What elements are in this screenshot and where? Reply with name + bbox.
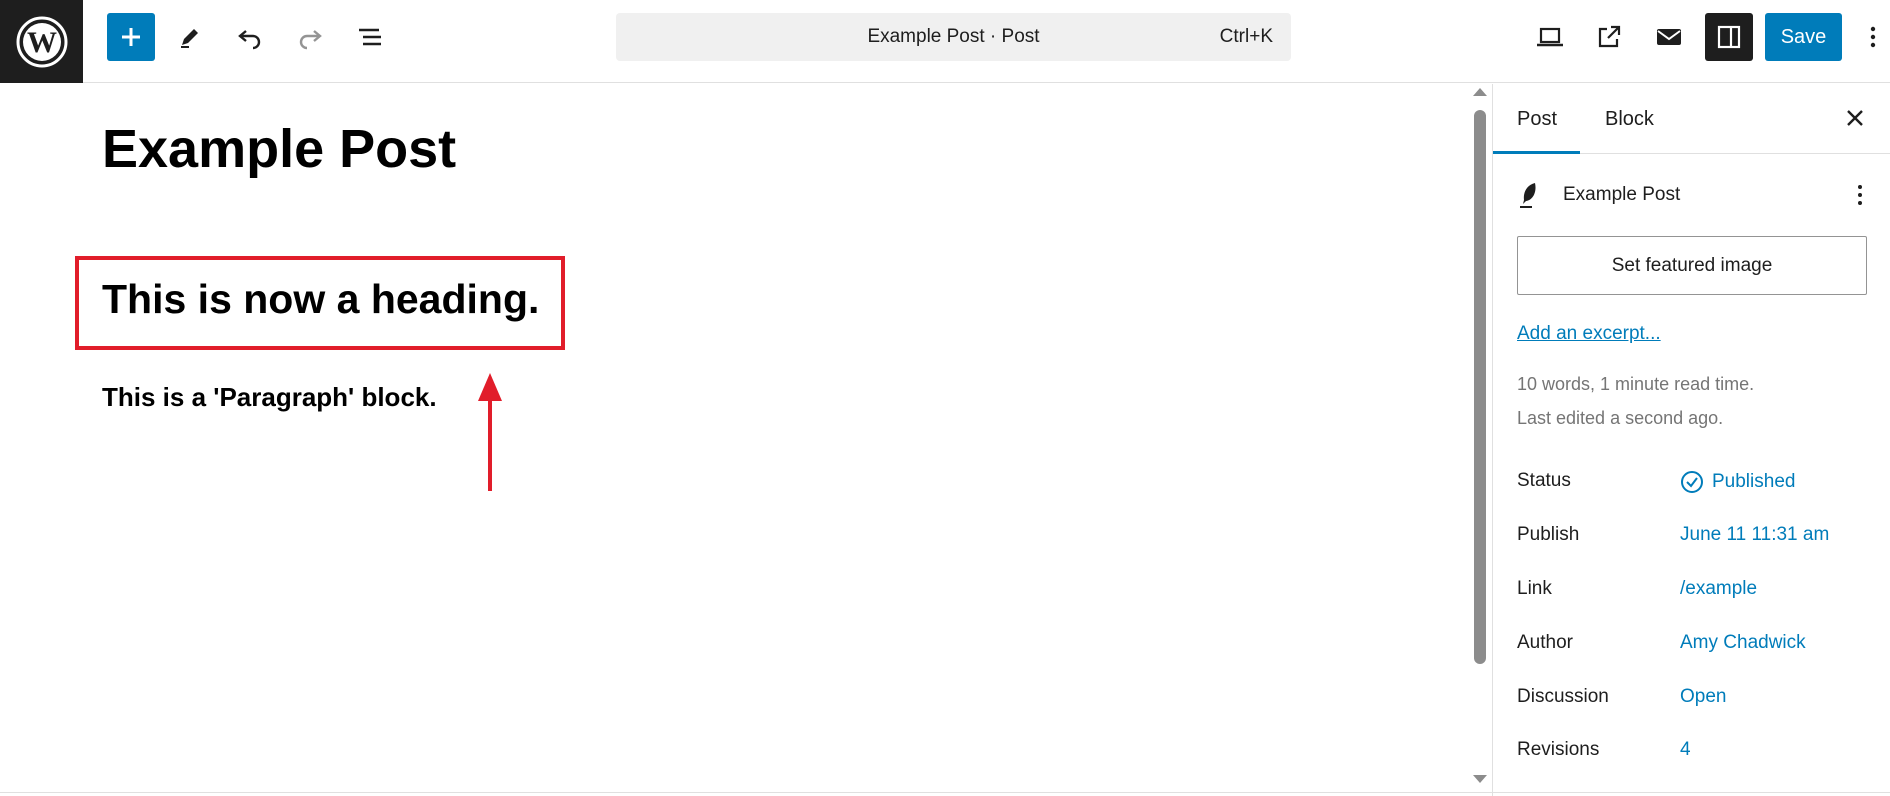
- status-label: Status: [1517, 470, 1571, 491]
- status-value[interactable]: Published: [1680, 470, 1795, 494]
- author-label: Author: [1517, 632, 1573, 653]
- word-count-text: 10 words, 1 minute read time.: [1517, 374, 1755, 394]
- link-label: Link: [1517, 578, 1552, 599]
- tools-button[interactable]: [166, 13, 214, 61]
- mail-icon: [1657, 29, 1681, 45]
- editor-canvas[interactable]: [0, 84, 1475, 794]
- settings-sidebar: Post Block Example Post Set featured ima…: [1492, 84, 1890, 796]
- set-featured-image-button[interactable]: Set featured image: [1517, 236, 1867, 295]
- close-icon[interactable]: [1839, 102, 1871, 134]
- revisions-label: Revisions: [1517, 739, 1600, 760]
- discussion-row: Discussion Open: [1517, 686, 1867, 716]
- view-post-button[interactable]: [1585, 13, 1633, 61]
- editor-header: W Example Post · Post Ctrl+K Save: [0, 0, 1890, 83]
- sidebar-tabs: Post Block: [1493, 84, 1890, 154]
- publish-row: Publish June 11 11:31 am: [1517, 524, 1867, 554]
- list-view-icon: [359, 28, 381, 46]
- redo-icon: [299, 30, 322, 50]
- revisions-button[interactable]: 4: [1680, 739, 1691, 761]
- status-value-text: Published: [1712, 471, 1796, 492]
- block-inserter-button[interactable]: [107, 13, 155, 61]
- footer-divider: [0, 792, 1890, 793]
- scroll-up-arrow-icon[interactable]: [1473, 88, 1487, 96]
- settings-sidebar-toggle[interactable]: [1705, 13, 1753, 61]
- undo-button[interactable]: [226, 13, 274, 61]
- post-title[interactable]: Example Post: [102, 118, 456, 180]
- status-row: Status Published: [1517, 470, 1867, 500]
- tab-block[interactable]: Block: [1605, 108, 1654, 131]
- feather-icon: [1520, 183, 1536, 208]
- publish-date-button[interactable]: June 11 11:31 am: [1680, 524, 1829, 546]
- add-excerpt-link[interactable]: Add an excerpt...: [1517, 323, 1661, 345]
- active-tab-indicator: [1493, 151, 1580, 154]
- post-summary-header: Example Post: [1517, 180, 1680, 210]
- more-vertical-icon[interactable]: [1848, 180, 1872, 210]
- pencil-icon: [181, 29, 198, 48]
- annotation-arrow-icon: [478, 373, 502, 491]
- plus-icon: [122, 28, 140, 46]
- sidebar-toggle-icon: [1717, 25, 1741, 49]
- link-row: Link /example: [1517, 578, 1867, 608]
- scroll-down-arrow-icon[interactable]: [1473, 775, 1487, 783]
- heading-block[interactable]: This is now a heading.: [102, 276, 539, 323]
- undo-icon: [238, 30, 261, 50]
- wordpress-logo-icon[interactable]: W: [0, 0, 83, 83]
- check-circle-icon: [1681, 471, 1703, 493]
- options-button[interactable]: [1858, 13, 1888, 61]
- command-palette-bar[interactable]: Example Post · Post Ctrl+K: [616, 13, 1291, 61]
- svg-text:W: W: [27, 26, 57, 59]
- post-name: Example Post: [1563, 184, 1681, 205]
- document-title: Example Post · Post: [867, 26, 1040, 47]
- mail-button[interactable]: [1645, 13, 1693, 61]
- document-overview-button[interactable]: [346, 13, 394, 61]
- publish-label: Publish: [1517, 524, 1580, 545]
- author-button[interactable]: Amy Chadwick: [1680, 632, 1806, 654]
- external-link-icon: [1598, 25, 1621, 48]
- discussion-button[interactable]: Open: [1680, 686, 1726, 708]
- revisions-row: Revisions 4: [1517, 739, 1867, 769]
- discussion-label: Discussion: [1517, 686, 1609, 707]
- tab-post[interactable]: Post: [1517, 108, 1557, 131]
- paragraph-block[interactable]: This is a 'Paragraph' block.: [102, 382, 437, 413]
- redo-button[interactable]: [286, 13, 334, 61]
- laptop-preview-icon: [1537, 27, 1563, 47]
- save-button[interactable]: Save: [1765, 13, 1842, 61]
- more-vertical-icon: [1870, 26, 1876, 48]
- scrollbar-thumb[interactable]: [1474, 110, 1486, 664]
- preview-button[interactable]: [1526, 13, 1574, 61]
- last-edited-text: Last edited a second ago.: [1517, 408, 1724, 428]
- author-row: Author Amy Chadwick: [1517, 632, 1867, 662]
- permalink-button[interactable]: /example: [1680, 578, 1757, 600]
- command-shortcut: Ctrl+K: [1219, 26, 1273, 47]
